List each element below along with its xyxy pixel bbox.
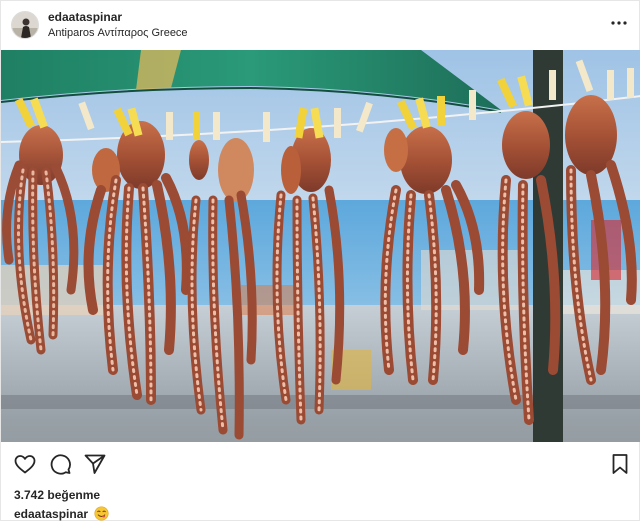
more-options-icon[interactable] <box>609 15 629 31</box>
post-username[interactable]: edaataspinar <box>48 10 122 24</box>
post-photo[interactable] <box>1 50 640 442</box>
instagram-post: edaataspinar Antiparos Αντίπαρος Greece <box>0 0 640 521</box>
octopus-photo-illustration <box>1 50 640 442</box>
action-bar <box>1 449 640 479</box>
avatar-image <box>12 12 38 38</box>
avatar[interactable] <box>11 11 39 39</box>
caption-username[interactable]: edaataspinar <box>14 507 88 521</box>
post-location[interactable]: Antiparos Αντίπαρος Greece <box>48 27 188 39</box>
heart-icon[interactable] <box>13 452 37 476</box>
savoring-food-emoji <box>94 506 109 521</box>
likes-count[interactable]: 3.742 beğenme <box>14 488 100 502</box>
paper-plane-icon[interactable] <box>83 452 107 476</box>
comment-icon[interactable] <box>48 452 72 476</box>
post-header: edaataspinar Antiparos Αντίπαρος Greece <box>1 1 640 49</box>
bookmark-icon[interactable] <box>608 452 632 476</box>
post-caption: edaataspinar <box>14 506 109 521</box>
